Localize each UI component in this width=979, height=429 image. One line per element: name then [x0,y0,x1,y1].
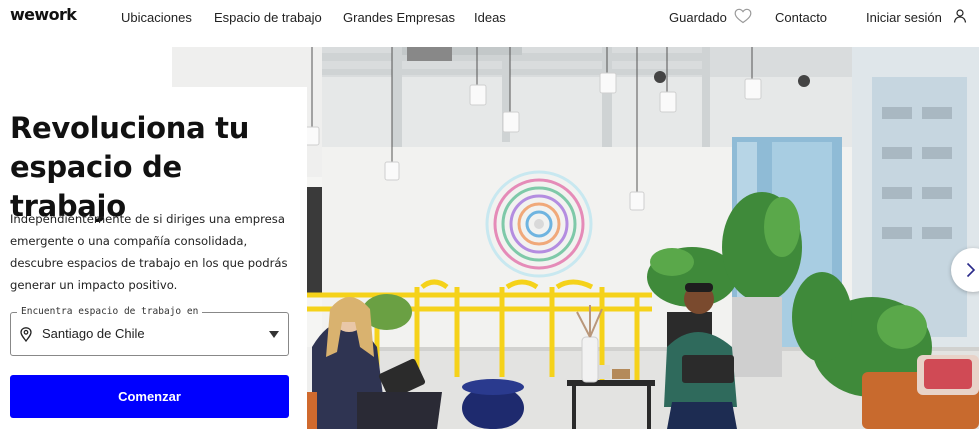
location-select-label: Encuentra espacio de trabajo en [17,306,203,317]
nav-ideas[interactable]: Ideas [474,10,506,25]
wework-logo[interactable]: wework [10,5,77,24]
nav-espacio-de-trabajo[interactable]: Espacio de trabajo [214,10,322,25]
nav-contacto[interactable]: Contacto [775,10,827,25]
location-select[interactable]: Encuentra espacio de trabajo en Santiago… [10,306,289,356]
nav-ubicaciones[interactable]: Ubicaciones [121,10,192,25]
map-pin-icon [20,327,32,342]
heart-icon[interactable] [734,8,752,24]
nav-grandes-empresas[interactable]: Grandes Empresas [343,10,455,25]
site-header: wework Ubicaciones Espacio de trabajo Gr… [0,0,979,36]
nav-iniciar-sesion[interactable]: Iniciar sesión [866,10,942,25]
comenzar-button[interactable]: Comenzar [10,375,289,418]
hero-description: Independientemente de si diriges una emp… [10,212,288,292]
location-select-value: Santiago de Chile [42,326,145,341]
chevron-right-icon [966,262,976,278]
user-icon[interactable] [953,9,967,23]
caret-down-icon[interactable] [269,331,279,338]
hero-info-card: Revoluciona tu espacio de trabajo Indepe… [0,87,307,429]
nav-guardado[interactable]: Guardado [669,10,727,25]
